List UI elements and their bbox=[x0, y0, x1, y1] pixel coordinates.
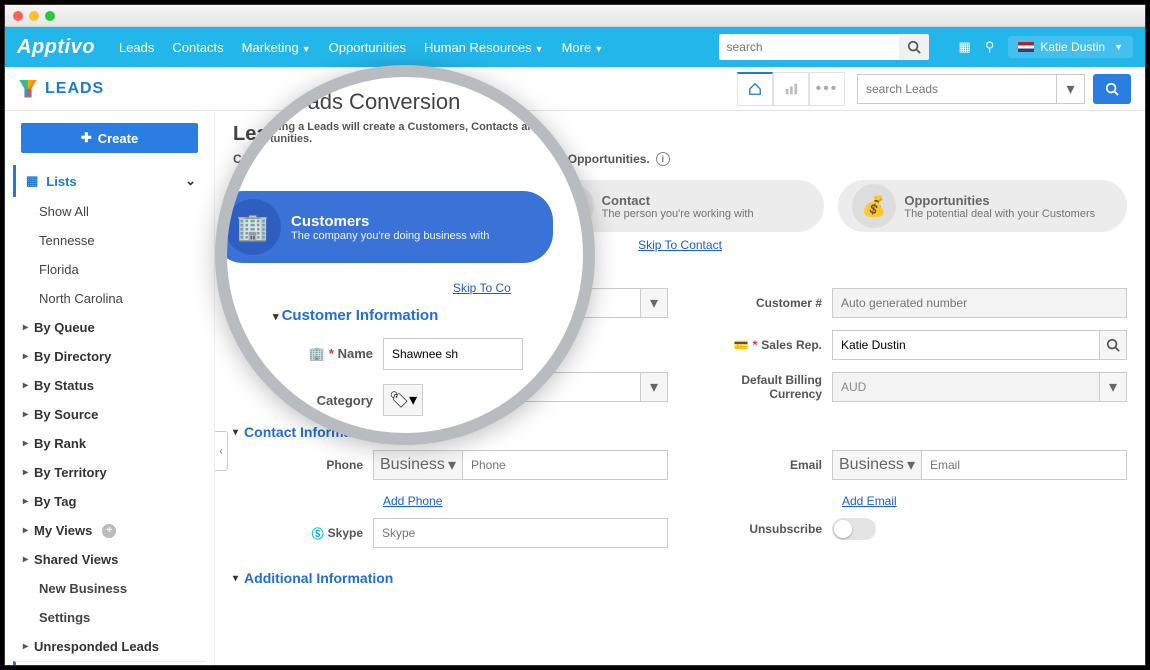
search-icon bbox=[907, 40, 921, 54]
mag-page-desc: Converting a Leads will create a Custome… bbox=[237, 121, 567, 145]
user-name: Katie Dustin bbox=[1040, 40, 1105, 54]
home-icon bbox=[748, 82, 762, 96]
global-search-input[interactable] bbox=[719, 34, 899, 60]
more-tab[interactable]: ••• bbox=[809, 72, 845, 106]
sidebar-group-status[interactable]: By Status bbox=[13, 371, 206, 400]
module-search-dropdown[interactable]: ▾ bbox=[1057, 74, 1085, 104]
apps-icon[interactable]: ▦ bbox=[959, 39, 971, 55]
chevron-down-icon: ⌄ bbox=[185, 173, 196, 189]
close-dot[interactable] bbox=[13, 11, 23, 21]
home-tab[interactable] bbox=[737, 72, 773, 106]
billing-currency-select[interactable] bbox=[832, 372, 1099, 402]
notifications-icon[interactable]: ⚲ bbox=[985, 39, 995, 55]
add-phone-link[interactable]: Add Phone bbox=[383, 494, 442, 508]
search-icon bbox=[1106, 338, 1120, 352]
building-icon: 🏢 bbox=[225, 199, 281, 255]
sidebar-collapse-handle[interactable]: ‹ bbox=[215, 431, 228, 471]
nav-opportunities[interactable]: Opportunities bbox=[329, 40, 406, 55]
phone-input[interactable] bbox=[462, 450, 668, 480]
sidebar-shared-settings[interactable]: Settings bbox=[13, 603, 206, 632]
mag-name-input bbox=[383, 338, 523, 370]
module-search-input[interactable] bbox=[857, 74, 1057, 104]
brand-logo[interactable]: Apptivo bbox=[17, 36, 95, 59]
skype-icon: Ⓢ bbox=[312, 525, 324, 542]
skype-input[interactable] bbox=[373, 518, 668, 548]
section-additional-info[interactable]: Additional Information bbox=[233, 570, 1127, 586]
nav-marketing[interactable]: Marketing▼ bbox=[242, 40, 311, 55]
mag-page-title: Leads Conversion bbox=[283, 89, 567, 115]
sales-rep-search[interactable] bbox=[1099, 330, 1127, 360]
add-email-link[interactable]: Add Email bbox=[842, 494, 897, 508]
email-input[interactable] bbox=[921, 450, 1127, 480]
nav-hr[interactable]: Human Resources▼ bbox=[424, 40, 544, 55]
list-icon: ▦ bbox=[26, 173, 38, 189]
sidebar-group-source[interactable]: By Source bbox=[13, 400, 206, 429]
top-navbar: Apptivo Leads Contacts Marketing▼ Opport… bbox=[5, 27, 1145, 67]
card-icon: 💳 bbox=[734, 338, 749, 352]
sidebar-item-nc[interactable]: North Carolina bbox=[13, 284, 206, 313]
plus-icon: ✚ bbox=[81, 130, 92, 146]
email-type-select[interactable]: Business▾ bbox=[832, 450, 922, 480]
sidebar-group-queue[interactable]: By Queue bbox=[13, 313, 206, 342]
sidebar-kanban[interactable]: ⊞ Kanban › bbox=[13, 661, 206, 665]
flag-icon bbox=[1018, 42, 1034, 52]
nav-more[interactable]: More▼ bbox=[562, 40, 604, 55]
sidebar-item-florida[interactable]: Florida bbox=[13, 255, 206, 284]
sales-rep-input[interactable] bbox=[832, 330, 1099, 360]
sidebar-item-tennesse[interactable]: Tennesse bbox=[13, 226, 206, 255]
sidebar-lists-header[interactable]: ▦ Lists ⌄ bbox=[13, 165, 206, 197]
unsubscribe-toggle[interactable] bbox=[832, 518, 876, 540]
name-dropdown[interactable]: ▾ bbox=[640, 288, 668, 318]
window-titlebar bbox=[5, 5, 1145, 27]
min-dot[interactable] bbox=[29, 11, 39, 21]
sidebar-group-directory[interactable]: By Directory bbox=[13, 342, 206, 371]
chart-tab[interactable] bbox=[773, 72, 809, 106]
nav-contacts[interactable]: Contacts bbox=[172, 40, 223, 55]
phone-type-select[interactable]: Business▾ bbox=[373, 450, 463, 480]
max-dot[interactable] bbox=[45, 11, 55, 21]
funnel-icon bbox=[19, 80, 37, 98]
user-menu[interactable]: Katie Dustin ▼ bbox=[1008, 36, 1133, 58]
bar-chart-icon bbox=[784, 82, 798, 96]
info-icon[interactable]: i bbox=[656, 152, 670, 166]
sidebar-group-territory[interactable]: By Territory bbox=[13, 458, 206, 487]
billing-dropdown[interactable]: ▾ bbox=[1099, 372, 1127, 402]
module-search-button[interactable] bbox=[1093, 74, 1131, 104]
customer-number-input bbox=[832, 288, 1127, 318]
mag-step-customers: 🏢 CustomersThe company you're doing busi… bbox=[215, 191, 553, 263]
sidebar-group-rank[interactable]: By Rank bbox=[13, 429, 206, 458]
magnifier-overlay: Leads Conversion Converting a Leads will… bbox=[215, 65, 595, 445]
global-search bbox=[719, 34, 929, 60]
step-opportunities[interactable]: 💰 OpportunitiesThe potential deal with y… bbox=[838, 180, 1127, 232]
nav-leads[interactable]: Leads bbox=[119, 40, 154, 55]
create-button[interactable]: ✚ Create bbox=[21, 123, 198, 153]
sidebar-shared-new-business[interactable]: New Business bbox=[13, 574, 206, 603]
mag-section-customer: Customer Information bbox=[273, 307, 567, 324]
money-bag-icon: 💰 bbox=[852, 184, 896, 228]
sidebar-group-tag[interactable]: By Tag bbox=[13, 487, 206, 516]
add-view-icon[interactable]: + bbox=[102, 524, 116, 538]
mag-skip-link: Skip To Co bbox=[453, 281, 567, 295]
global-search-button[interactable] bbox=[899, 34, 929, 60]
sidebar: ✚ Create ▦ Lists ⌄ Show All Tennesse Flo… bbox=[5, 111, 215, 665]
mag-tag-picker: 🏷▾ bbox=[383, 384, 423, 416]
sidebar-item-show-all[interactable]: Show All bbox=[13, 197, 206, 226]
relation-dropdown[interactable]: ▾ bbox=[640, 372, 668, 402]
module-title: LEADS bbox=[19, 80, 104, 98]
sidebar-my-views[interactable]: My Views+ bbox=[13, 516, 206, 545]
sidebar-unresponded[interactable]: Unresponded Leads bbox=[13, 632, 206, 661]
building-icon: 🏢 bbox=[309, 346, 325, 361]
sidebar-shared-views[interactable]: Shared Views bbox=[13, 545, 206, 574]
search-icon bbox=[1105, 82, 1119, 96]
ellipsis-icon: ••• bbox=[816, 80, 839, 98]
